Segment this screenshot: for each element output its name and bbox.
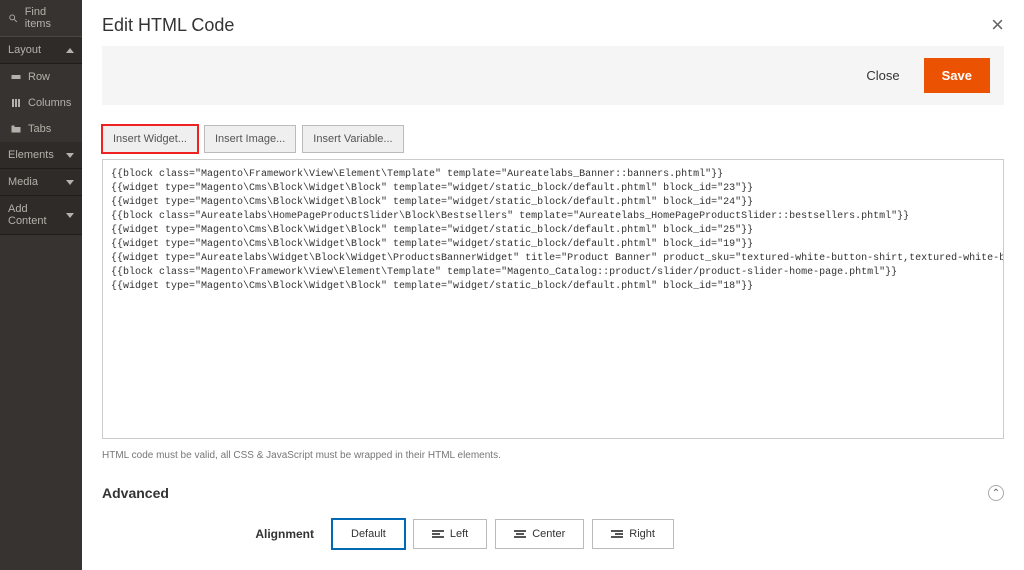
- code-hint: HTML code must be valid, all CSS & JavaS…: [102, 450, 1004, 461]
- row-icon: [10, 71, 22, 83]
- sidebar-section-label: Elements: [8, 149, 54, 161]
- sidebar-item-tabs[interactable]: Tabs: [0, 116, 82, 142]
- modal-title: Edit HTML Code: [102, 15, 234, 36]
- align-left-icon: [432, 529, 444, 539]
- sidebar-section-label: Layout: [8, 44, 41, 56]
- search-placeholder: Find items: [25, 6, 74, 30]
- modal-header: Edit HTML Code ×: [102, 0, 1004, 46]
- editor-toolbar: Insert Widget... Insert Image... Insert …: [102, 125, 1004, 153]
- chevron-down-icon: [66, 153, 74, 158]
- align-center-button[interactable]: Center: [495, 519, 584, 549]
- align-option-label: Right: [629, 528, 655, 540]
- align-right-button[interactable]: Right: [592, 519, 674, 549]
- sidebar-section-layout[interactable]: Layout: [0, 37, 82, 64]
- alignment-label: Alignment: [102, 527, 332, 541]
- align-option-label: Left: [450, 528, 468, 540]
- tabs-icon: [10, 123, 22, 135]
- save-button[interactable]: Save: [924, 58, 990, 93]
- columns-icon: [10, 97, 22, 109]
- search-icon: [8, 13, 19, 24]
- close-icon[interactable]: ×: [991, 12, 1004, 38]
- sidebar-section-label: Add Content: [8, 203, 66, 227]
- insert-widget-button[interactable]: Insert Widget...: [102, 125, 198, 153]
- sidebar-section-media[interactable]: Media: [0, 169, 82, 196]
- align-option-label: Center: [532, 528, 565, 540]
- close-button[interactable]: Close: [852, 60, 913, 91]
- html-code-textarea[interactable]: [102, 159, 1004, 439]
- align-left-button[interactable]: Left: [413, 519, 487, 549]
- align-right-icon: [611, 529, 623, 539]
- actions-bar: Close Save: [102, 46, 1004, 105]
- align-default-button[interactable]: Default: [332, 519, 405, 549]
- sidebar: Find items Layout Row Columns Tabs Eleme…: [0, 0, 82, 570]
- align-option-label: Default: [351, 528, 386, 540]
- sidebar-item-columns[interactable]: Columns: [0, 90, 82, 116]
- align-center-icon: [514, 529, 526, 539]
- insert-image-button[interactable]: Insert Image...: [204, 125, 296, 153]
- sidebar-item-label: Row: [28, 71, 50, 83]
- sidebar-section-add-content[interactable]: Add Content: [0, 196, 82, 235]
- chevron-down-icon: [66, 213, 74, 218]
- collapse-icon[interactable]: ⌃: [988, 485, 1004, 501]
- sidebar-item-label: Tabs: [28, 123, 51, 135]
- chevron-up-icon: [66, 48, 74, 53]
- chevron-down-icon: [66, 180, 74, 185]
- alignment-field: Alignment Default Left Center Right: [102, 519, 1004, 549]
- sidebar-section-label: Media: [8, 176, 38, 188]
- insert-variable-button[interactable]: Insert Variable...: [302, 125, 403, 153]
- alignment-group: Default Left Center Right: [332, 519, 674, 549]
- advanced-title: Advanced: [102, 485, 169, 501]
- sidebar-section-elements[interactable]: Elements: [0, 142, 82, 169]
- main-panel: Edit HTML Code × Close Save Insert Widge…: [82, 0, 1024, 570]
- sidebar-search[interactable]: Find items: [0, 0, 82, 37]
- advanced-section-header[interactable]: Advanced ⌃: [102, 485, 1004, 501]
- sidebar-item-label: Columns: [28, 97, 71, 109]
- sidebar-item-row[interactable]: Row: [0, 64, 82, 90]
